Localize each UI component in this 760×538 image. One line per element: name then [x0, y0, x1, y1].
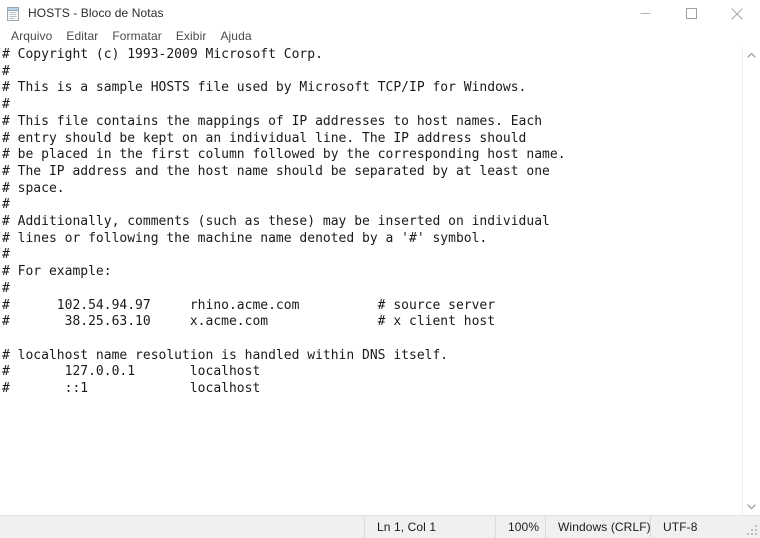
maximize-button[interactable]: [668, 0, 714, 27]
menu-item-arquivo[interactable]: Arquivo: [4, 27, 59, 46]
maximize-icon: [685, 8, 697, 19]
menu-item-formatar[interactable]: Formatar: [105, 27, 168, 46]
scroll-up-button[interactable]: [743, 46, 760, 63]
window-controls: [622, 0, 760, 27]
status-line-ending[interactable]: Windows (CRLF): [545, 516, 651, 538]
status-cursor-position: Ln 1, Col 1: [364, 516, 495, 538]
menu-item-editar[interactable]: Editar: [59, 27, 105, 46]
hosts-file-text[interactable]: # Copyright (c) 1993-2009 Microsoft Corp…: [0, 46, 742, 398]
window-title: HOSTS - Bloco de Notas: [28, 6, 164, 20]
status-zoom-level[interactable]: 100%: [495, 516, 545, 538]
close-icon: [731, 7, 743, 20]
menu-bar: Arquivo Editar Formatar Exibir Ajuda: [0, 27, 760, 46]
scroll-track[interactable]: [743, 63, 760, 498]
status-bar-spacer: [0, 516, 364, 538]
status-encoding[interactable]: UTF-8: [650, 516, 760, 538]
menu-item-ajuda[interactable]: Ajuda: [213, 27, 258, 46]
status-bar: Ln 1, Col 1 100% Windows (CRLF) UTF-8: [0, 515, 760, 538]
resize-grip[interactable]: [746, 524, 758, 536]
text-editor-area[interactable]: # Copyright (c) 1993-2009 Microsoft Corp…: [0, 46, 742, 515]
minimize-icon: [640, 13, 650, 14]
title-bar[interactable]: HOSTS - Bloco de Notas: [0, 0, 760, 27]
scroll-down-button[interactable]: [743, 498, 760, 515]
content-region: # Copyright (c) 1993-2009 Microsoft Corp…: [0, 46, 760, 515]
notepad-window: HOSTS - Bloco de Notas Arquivo Editar Fo…: [0, 0, 760, 538]
chevron-up-icon: [747, 52, 756, 58]
vertical-scrollbar[interactable]: [742, 46, 760, 515]
close-button[interactable]: [714, 0, 760, 27]
menu-item-exibir[interactable]: Exibir: [169, 27, 214, 46]
chevron-down-icon: [747, 503, 756, 509]
notepad-icon: [7, 6, 19, 21]
minimize-button[interactable]: [622, 0, 668, 27]
